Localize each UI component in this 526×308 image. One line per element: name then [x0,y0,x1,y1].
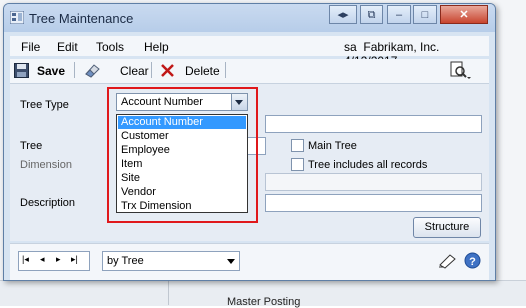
menu-tools[interactable]: Tools [96,40,124,54]
toolbar-separator [151,62,152,78]
window-title: Tree Maintenance [29,11,134,26]
print-preview-icon[interactable] [448,61,472,81]
delete-icon [161,64,174,77]
main-tree-checkbox[interactable] [291,139,304,152]
menu-edit[interactable]: Edit [57,40,78,54]
dimension-label: Dimension [20,159,72,171]
menu-help[interactable]: Help [144,40,169,54]
background-label: Master Posting [227,296,301,308]
menu-file[interactable]: File [21,40,40,54]
dimension-field[interactable] [265,173,482,191]
last-record-button[interactable]: ▸| [71,254,78,265]
navigation-bar: |◂ ◂ ▸ ▸| by Tree ? [10,243,489,280]
save-button[interactable]: Save [37,64,65,78]
main-tree-label: Main Tree [308,140,357,152]
help-icon[interactable]: ? [464,252,481,269]
toolbar-separator [74,62,75,78]
clear-button[interactable]: Clear [120,64,149,78]
structure-button[interactable]: Structure [413,217,481,238]
background-divider [168,281,169,305]
maximize-button[interactable]: □ [413,5,437,24]
sort-by-value: by Tree [107,255,144,267]
title-bar[interactable]: Tree Maintenance ◂▸ ⧉ – □ ✕ [4,4,495,32]
chevron-down-icon [227,259,235,264]
previous-record-button[interactable]: ◂ [40,254,45,265]
back-forward-button[interactable]: ◂▸ [329,5,357,24]
toolbar-separator [225,62,226,78]
description-field[interactable] [265,194,482,212]
description-label: Description [20,197,76,209]
annotation-highlight-box [107,87,258,223]
save-icon [14,63,29,78]
tree-type-label: Tree Type [20,99,69,111]
app-icon [10,11,24,24]
company-name: Fabrikam, Inc. [363,40,440,54]
next-record-button[interactable]: ▸ [56,254,61,265]
minimize-button[interactable]: – [387,5,411,24]
svg-text:?: ? [469,256,476,268]
close-button[interactable]: ✕ [440,5,488,24]
menu-bar: File Edit Tools Help sa Fabrikam, Inc. 4… [10,36,489,68]
first-record-button[interactable]: |◂ [22,254,29,265]
delete-button[interactable]: Delete [185,64,220,78]
note-icon[interactable] [438,253,457,269]
tree-type-extra-field[interactable] [265,115,482,133]
toolbar: Save Clear Delete [10,59,489,84]
tree-label: Tree [20,140,43,152]
tree-includes-all-label: Tree includes all records [308,159,428,171]
record-navigation: |◂ ◂ ▸ ▸| [18,251,90,271]
user-name: sa [344,40,357,54]
eraser-icon [85,64,100,78]
restore-layout-button[interactable]: ⧉ [360,5,383,24]
sort-by-dropdown[interactable]: by Tree [102,251,240,271]
tree-includes-all-checkbox[interactable] [291,158,304,171]
